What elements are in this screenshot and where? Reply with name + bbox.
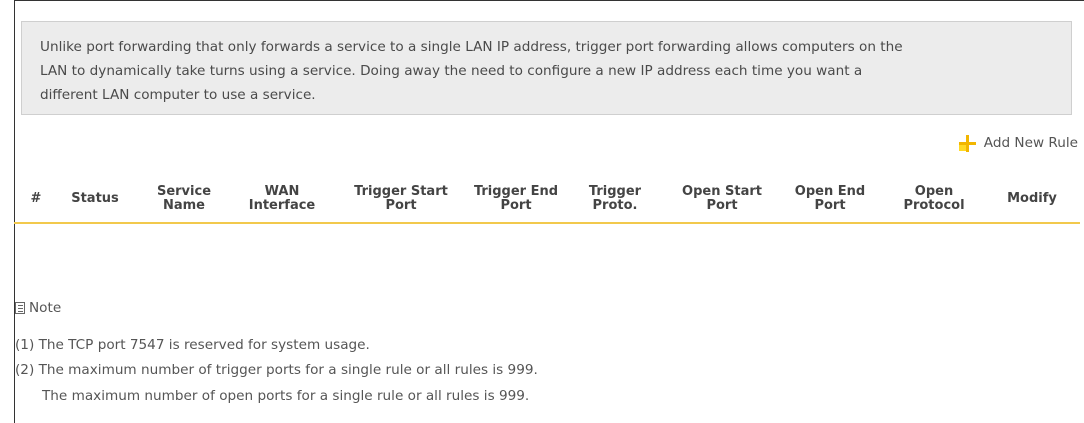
column-header-trigger-end-port: Trigger End Port [473,183,559,213]
note-icon [15,302,25,314]
column-header-wan-interface: WAN Interface [248,183,316,213]
rules-table-header: # Status Service Name WAN Interface Trig… [14,175,1080,224]
description-line-1: Unlike port forwarding that only forward… [40,39,903,55]
description-box: Unlike port forwarding that only forward… [21,21,1072,115]
description-line-2: LAN to dynamically take turns using a se… [40,63,863,79]
column-header-status: Status [71,190,119,206]
note-line-1: (1) The TCP port 7547 is reserved for sy… [15,337,370,353]
plus-icon [958,134,976,152]
column-header-open-end-port: Open End Port [794,183,866,213]
description-line-3: different LAN computer to use a service. [40,87,316,103]
add-new-rule-button[interactable]: Add New Rule [958,133,1078,153]
column-header-modify: Modify [1007,190,1057,206]
column-header-index: # [30,190,42,206]
column-header-trigger-proto: Trigger Proto. [588,183,642,213]
add-new-rule-label: Add New Rule [983,135,1078,151]
note-label: Note [29,300,62,316]
column-header-trigger-start-port: Trigger Start Port [354,183,448,213]
column-header-open-protocol: Open Protocol [903,183,965,213]
note-heading: Note [15,300,61,316]
note-line-3: The maximum number of open ports for a s… [42,388,530,404]
column-header-service-name: Service Name [156,183,212,213]
note-line-2: (2) The maximum number of trigger ports … [15,362,538,378]
column-header-open-start-port: Open Start Port [682,183,762,213]
